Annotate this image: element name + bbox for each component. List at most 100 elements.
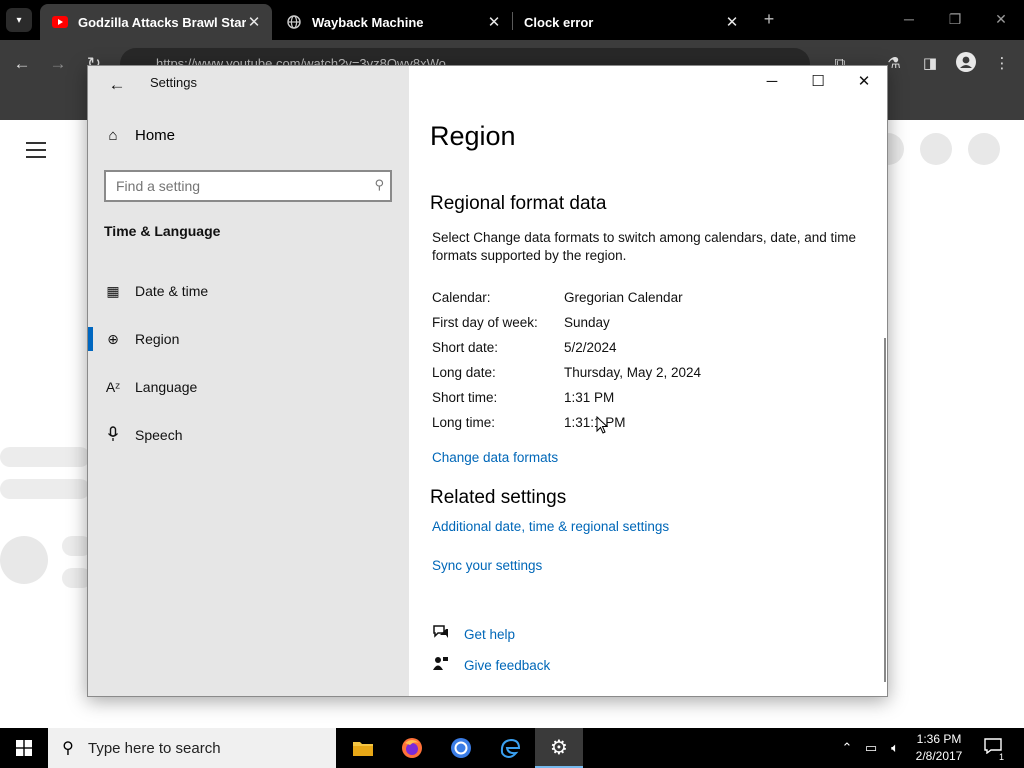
search-icon: ⚲ [62,740,74,757]
get-help-label[interactable]: Get help [464,627,515,642]
tab-search-button[interactable]: ▾ [6,8,32,32]
format-row-calendar: Calendar: Gregorian Calendar [432,290,683,310]
globe-icon: ⊕ [107,330,119,347]
browser-tab-wayback[interactable]: Wayback Machine ✕ [274,4,512,40]
feedback-person-icon [432,655,450,675]
format-value: Thursday, May 2, 2024 [564,365,702,380]
home-label: Home [135,127,176,144]
format-key: Calendar: [432,290,491,305]
placeholder-bar [0,447,90,467]
change-data-formats-link[interactable]: Change data formats [432,450,558,465]
back-arrow-icon[interactable]: ← [104,72,130,98]
home-nav-item[interactable]: ⌂ Home [104,127,175,144]
get-help-link[interactable]: Get help [432,624,515,644]
placeholder-avatar [0,536,48,584]
format-row-long-date: Long date: Thursday, May 2, 2024 [432,365,701,385]
format-key: Short date: [432,340,499,355]
forward-arrow-icon[interactable]: → [46,52,70,76]
format-value: 1:31 PM [564,390,615,405]
browser-close-icon[interactable]: ✕ [986,6,1016,32]
find-setting-input[interactable] [106,172,356,200]
window-title: Settings [150,75,197,90]
format-key: First day of week: [432,315,538,330]
sidebar-item-label: Date & time [135,283,209,299]
tab-close-icon[interactable]: ✕ [724,13,740,31]
sidebar-item-speech[interactable]: Speech [88,415,409,455]
taskbar-clock[interactable]: 1:36 PM 2/8/2017 [900,731,978,765]
home-icon: ⌂ [108,127,118,144]
maximize-icon[interactable]: ☐ [795,66,841,98]
format-key: Long date: [432,365,496,380]
new-tab-button[interactable]: + [758,8,780,30]
format-key: Long time: [432,415,496,430]
format-value: Gregorian Calendar [564,290,683,305]
browser-tab-youtube[interactable]: Godzilla Attacks Brawl Stars!!! ✕ [40,4,272,40]
format-value: Sunday [564,315,610,330]
scrollbar[interactable] [884,338,886,682]
browser-tab-clock-error[interactable]: Clock error ✕ [512,4,750,40]
sidebar-item-date-time[interactable]: ▦ Date & time [88,271,409,311]
chrome-icon[interactable] [437,728,485,768]
format-row-short-time: Short time: 1:31 PM [432,390,614,410]
tab-title: Godzilla Attacks Brawl Stars!!! [78,14,246,30]
notification-center-icon[interactable]: 1 [982,738,1006,762]
sidebar-item-label: Language [135,379,198,395]
format-key: Short time: [432,390,498,405]
minimize-icon[interactable]: ─ [749,66,795,98]
profile-avatar-icon[interactable] [954,52,978,76]
taskbar-search-box[interactable]: ⚲ Type here to search [48,728,336,768]
sync-settings-link[interactable]: Sync your settings [432,558,542,573]
format-value: 1:31:1 PM [564,415,626,430]
search-icon[interactable]: ⚲ [374,177,384,193]
settings-window: ← Settings ⌂ Home ⚲ Time & Language ▦ Da… [87,65,888,697]
format-heading: Regional format data [430,193,607,214]
clock-time: 1:36 PM [916,732,962,746]
format-description: Select Change data formats to switch amo… [432,230,856,263]
format-row-first-day: First day of week: Sunday [432,315,610,335]
hamburger-menu-icon[interactable] [26,142,46,163]
format-row-short-date: Short date: 5/2/2024 [432,340,617,360]
find-setting-box[interactable]: ⚲ [104,170,392,202]
windows-start-icon[interactable] [0,728,48,768]
page-title: Region [430,121,516,151]
file-explorer-icon[interactable] [339,728,387,768]
browser-minimize-icon[interactable]: ─ [894,6,924,32]
globe-icon [286,14,302,30]
placeholder-circle [968,133,1000,165]
settings-sidebar: ← Settings ⌂ Home ⚲ Time & Language ▦ Da… [88,66,409,696]
additional-regional-settings-link[interactable]: Additional date, time & regional setting… [432,519,669,534]
youtube-icon [52,14,68,30]
back-arrow-icon[interactable]: ← [10,52,34,76]
browser-tab-strip: ▾ Godzilla Attacks Brawl Stars!!! ✕ Wayb… [0,0,1024,40]
sidebar-item-language[interactable]: Aᶻ Language [88,367,409,407]
chat-help-icon [432,624,450,644]
give-feedback-label[interactable]: Give feedback [464,658,550,673]
sidebar-item-region[interactable]: ⊕ Region [88,319,409,359]
network-icon[interactable]: ▭ [862,738,880,758]
sidebar-item-label: Region [135,331,180,347]
placeholder-bar [0,479,90,499]
microphone-icon [104,425,122,445]
mouse-cursor-icon [596,416,608,434]
browser-menu-icon[interactable]: ⋮ [990,52,1014,76]
notification-count: 1 [996,752,1006,762]
browser-restore-icon[interactable]: ❐ [940,6,970,32]
give-feedback-link[interactable]: Give feedback [432,655,550,675]
close-icon[interactable]: ✕ [841,66,887,98]
side-panel-icon[interactable]: ◨ [918,52,942,76]
related-settings-heading: Related settings [430,487,567,508]
settings-gear-icon[interactable]: ⚙ [535,728,583,768]
firefox-icon[interactable] [388,728,436,768]
settings-main-pane: ─ ☐ ✕ Region Regional format data Select… [409,66,887,696]
tab-title: Clock error [524,14,594,30]
tab-title: Wayback Machine [312,14,424,30]
windows-taskbar: ⚲ Type here to search ⚙ ⌃ ▭ 🔈︎ 1:36 PM 2… [0,728,1024,768]
clock-date: 2/8/2017 [915,749,963,763]
format-value: 5/2/2024 [564,340,617,355]
language-icon: Aᶻ [105,379,121,395]
tab-close-icon[interactable]: ✕ [486,13,502,31]
tray-chevron-up-icon[interactable]: ⌃ [838,738,856,758]
tab-close-icon[interactable]: ✕ [246,13,262,31]
edge-icon[interactable] [486,728,534,768]
calendar-clock-icon: ▦ [106,282,120,299]
